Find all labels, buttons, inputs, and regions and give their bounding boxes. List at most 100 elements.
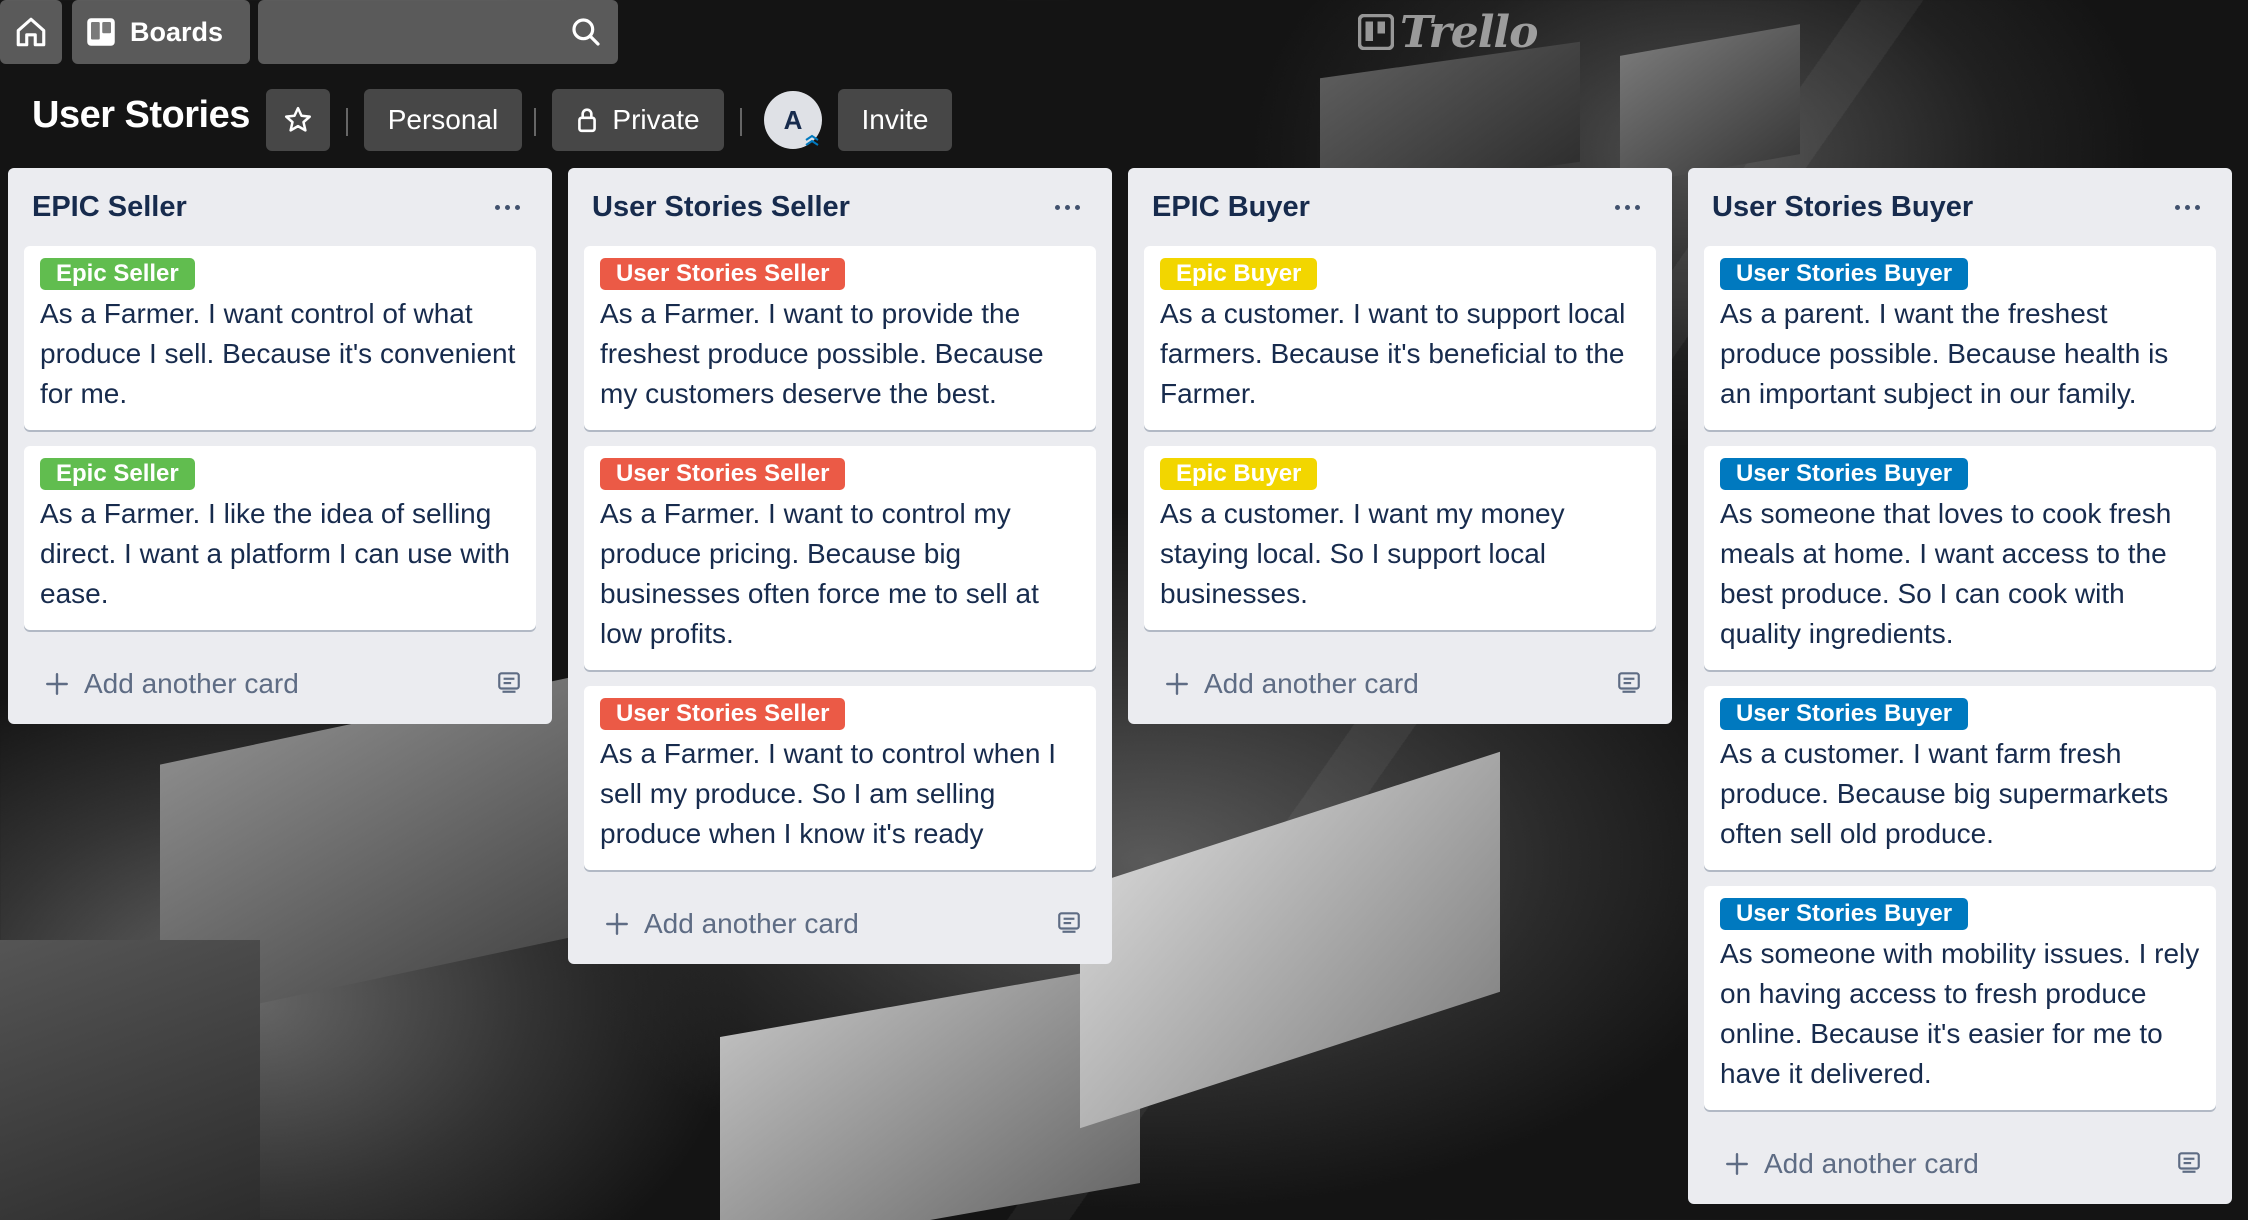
list-menu-icon[interactable] [2167, 197, 2208, 218]
card-label: User Stories Buyer [1720, 898, 1969, 930]
card-label: User Stories Buyer [1720, 258, 1969, 290]
header-divider [740, 108, 742, 136]
card-title: As a customer. I want to support local f… [1160, 298, 1626, 409]
card-title: As a Farmer. I want to provide the fresh… [600, 298, 1044, 409]
list-title[interactable]: EPIC Buyer [1152, 191, 1310, 224]
add-card-label: Add another card [1204, 668, 1419, 699]
add-card-row: Add another card [584, 884, 1096, 964]
card[interactable]: User Stories Seller As a Farmer. I want t… [584, 246, 1096, 430]
avatar-initial: A [783, 104, 803, 135]
top-nav-bar: Boards Trello [0, 0, 2248, 64]
card-template-icon [498, 671, 520, 693]
member-avatar[interactable]: A [764, 91, 822, 149]
privacy-label: Private [612, 104, 700, 135]
card-title: As a parent. I want the freshest produce… [1720, 298, 2169, 409]
header-divider [534, 108, 536, 136]
trello-logo-text: Trello [1400, 6, 1538, 58]
card[interactable]: User Stories Seller As a Farmer. I want t… [584, 686, 1096, 870]
card-label: User Stories Seller [600, 698, 846, 730]
list[interactable]: EPIC Seller Epic Seller As a Farmer. I wan… [8, 168, 552, 724]
add-card-label: Add another card [1764, 1148, 1979, 1179]
boards-icon [87, 18, 115, 46]
card[interactable]: User Stories Buyer As a parent. I want th… [1704, 246, 2216, 430]
card[interactable]: User Stories Buyer As a customer. I want … [1704, 686, 2216, 870]
card-label: User Stories Buyer [1720, 458, 1969, 490]
plus-icon [1166, 673, 1188, 695]
star-icon [285, 106, 311, 132]
card-label: User Stories Buyer [1720, 698, 1969, 730]
trello-logo[interactable]: Trello [1358, 6, 1538, 58]
card-title: As a Farmer. I like the idea of selling … [40, 498, 510, 609]
card[interactable]: Epic Seller As a Farmer. I like the idea … [24, 446, 536, 630]
invite-button[interactable]: Invite [838, 89, 952, 151]
card-template-button[interactable] [1050, 903, 1088, 946]
card-label: Epic Seller [40, 458, 195, 490]
team-visibility-button[interactable]: Personal [364, 89, 522, 151]
card-label: Epic Buyer [1160, 258, 1318, 290]
home-button[interactable] [0, 0, 62, 64]
search-input[interactable] [272, 12, 552, 52]
list-menu-icon[interactable] [1607, 197, 1648, 218]
card-label: Epic Buyer [1160, 458, 1318, 490]
add-card-row: Add another card [24, 644, 536, 724]
list-header: User Stories Seller [584, 168, 1096, 246]
plus-icon [606, 913, 628, 935]
card-title: As someone with mobility issues. I rely … [1720, 938, 2200, 1089]
add-card-button[interactable]: Add another card [1164, 668, 1419, 700]
list[interactable]: EPIC Buyer Epic Buyer As a customer. I wan… [1128, 168, 1672, 724]
home-icon [16, 17, 46, 47]
card-title: As someone that loves to cook fresh meal… [1720, 498, 2172, 649]
admin-chevron-icon [805, 134, 819, 146]
card-template-icon [2178, 1151, 2200, 1173]
plus-icon [1726, 1153, 1748, 1175]
card-template-button[interactable] [2170, 1143, 2208, 1186]
card-template-icon [1058, 911, 1080, 933]
background-shape [0, 940, 260, 1220]
trello-logo-icon [1358, 14, 1394, 50]
privacy-button[interactable]: Private [552, 89, 724, 151]
list-title[interactable]: User Stories Seller [592, 191, 850, 224]
header-divider [346, 108, 348, 136]
card-title: As a Farmer. I want control of what prod… [40, 298, 516, 409]
card-title: As a customer. I want my money staying l… [1160, 498, 1565, 609]
card[interactable]: User Stories Buyer As someone with mobili… [1704, 886, 2216, 1110]
list-header: EPIC Seller [24, 168, 536, 246]
boards-button[interactable]: Boards [72, 0, 250, 64]
plus-icon [46, 673, 68, 695]
board-title[interactable]: User Stories [32, 94, 250, 137]
card[interactable]: Epic Buyer As a customer. I want to suppo… [1144, 246, 1656, 430]
add-card-label: Add another card [644, 908, 859, 939]
list[interactable]: User Stories Seller User Stories Seller As… [568, 168, 1112, 964]
boards-label: Boards [130, 16, 224, 47]
card-title: As a customer. I want farm fresh produce… [1720, 738, 2169, 849]
card-title: As a Farmer. I want to control when I se… [600, 738, 1056, 849]
board-header: User Stories Personal Private A Invite [0, 86, 2248, 152]
search-field[interactable] [258, 0, 618, 64]
search-icon[interactable] [570, 16, 602, 48]
list-title[interactable]: User Stories Buyer [1712, 191, 1973, 224]
card-template-button[interactable] [490, 663, 528, 706]
card-label: User Stories Seller [600, 458, 846, 490]
card-template-icon [1618, 671, 1640, 693]
background-shape [160, 675, 580, 1025]
list[interactable]: User Stories Buyer User Stories Buyer As a… [1688, 168, 2232, 1204]
list-menu-icon[interactable] [1047, 197, 1088, 218]
list-title[interactable]: EPIC Seller [32, 191, 187, 224]
add-card-row: Add another card [1704, 1124, 2216, 1204]
add-card-button[interactable]: Add another card [44, 668, 299, 700]
card-template-button[interactable] [1610, 663, 1648, 706]
card[interactable]: User Stories Buyer As someone that loves … [1704, 446, 2216, 670]
add-card-row: Add another card [1144, 644, 1656, 724]
card[interactable]: Epic Buyer As a customer. I want my money… [1144, 446, 1656, 630]
background-shape [720, 962, 1140, 1220]
card[interactable]: Epic Seller As a Farmer. I want control o… [24, 246, 536, 430]
card[interactable]: User Stories Seller As a Farmer. I want t… [584, 446, 1096, 670]
star-board-button[interactable] [266, 89, 330, 151]
list-header: EPIC Buyer [1144, 168, 1656, 246]
card-title: As a Farmer. I want to control my produc… [600, 498, 1039, 649]
add-card-button[interactable]: Add another card [604, 908, 859, 940]
add-card-button[interactable]: Add another card [1724, 1148, 1979, 1180]
add-card-label: Add another card [84, 668, 299, 699]
list-menu-icon[interactable] [487, 197, 528, 218]
card-label: Epic Seller [40, 258, 195, 290]
